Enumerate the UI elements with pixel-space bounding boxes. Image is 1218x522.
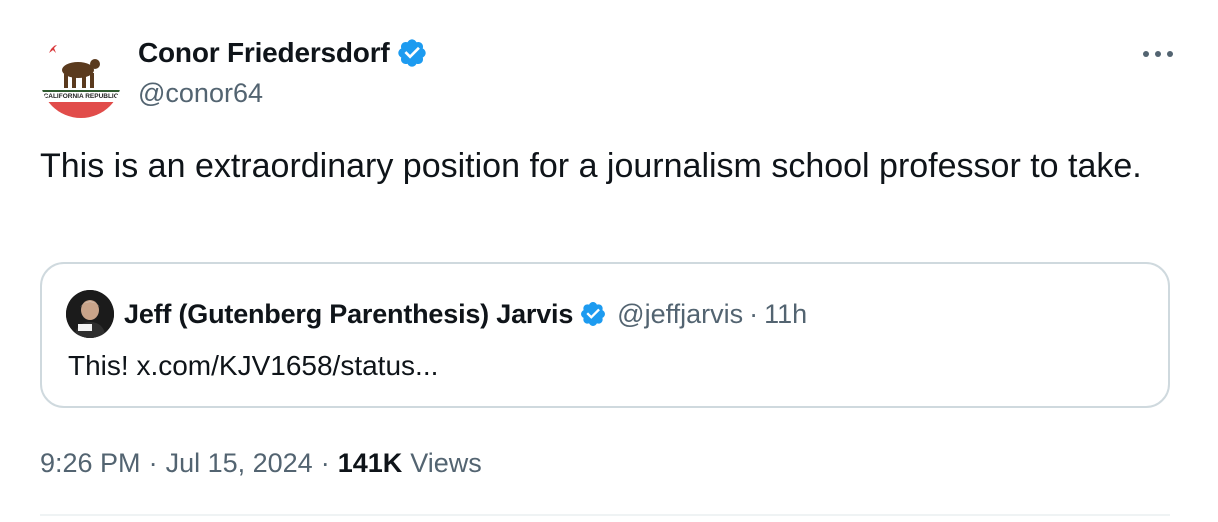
views-count: 141K [337, 447, 403, 478]
quoted-separator: · [749, 298, 759, 329]
meta-separator: · [320, 447, 330, 478]
quoted-handle[interactable]: @jeffjarvis [617, 299, 743, 330]
more-options-icon[interactable] [1138, 40, 1178, 68]
california-flag-avatar: CALIFORNIA REPUBLIC [40, 36, 122, 118]
tweet-time[interactable]: 9:26 PM [40, 448, 141, 479]
verified-badge-icon [579, 300, 607, 328]
quoted-avatar-photo [66, 290, 114, 338]
author-block: Conor Friedersdorf @conor64 [138, 36, 428, 109]
quoted-tweet-card[interactable]: Jeff (Gutenberg Parenthesis) Jarvis @jef… [40, 262, 1170, 408]
verified-badge-icon [396, 37, 428, 69]
avatar-lettering: CALIFORNIA REPUBLIC [44, 93, 119, 100]
quoted-author-avatar[interactable] [66, 290, 114, 338]
quoted-header: Jeff (Gutenberg Parenthesis) Jarvis @jef… [124, 294, 807, 334]
tweet-date[interactable]: Jul 15, 2024 [166, 448, 313, 479]
author-display-name[interactable]: Conor Friedersdorf [138, 37, 390, 69]
tweet-card: CALIFORNIA REPUBLIC Conor Friedersdorf @… [0, 0, 1218, 522]
bottom-divider [40, 514, 1170, 516]
author-name-row: Conor Friedersdorf [138, 36, 428, 70]
author-avatar[interactable]: CALIFORNIA REPUBLIC [40, 36, 122, 118]
quoted-timestamp[interactable]: 11h [764, 299, 807, 330]
tweet-meta: 9:26 PM · Jul 15, 2024 · 141K Views [40, 444, 482, 482]
quoted-display-name[interactable]: Jeff (Gutenberg Parenthesis) Jarvis [124, 299, 573, 330]
views-label: Views [410, 447, 482, 478]
meta-separator: · [148, 447, 158, 478]
tweet-text: This is an extraordinary position for a … [40, 147, 1142, 185]
quoted-tweet-text: This! x.com/KJV1658/status... [68, 350, 439, 381]
author-handle[interactable]: @conor64 [138, 78, 428, 109]
